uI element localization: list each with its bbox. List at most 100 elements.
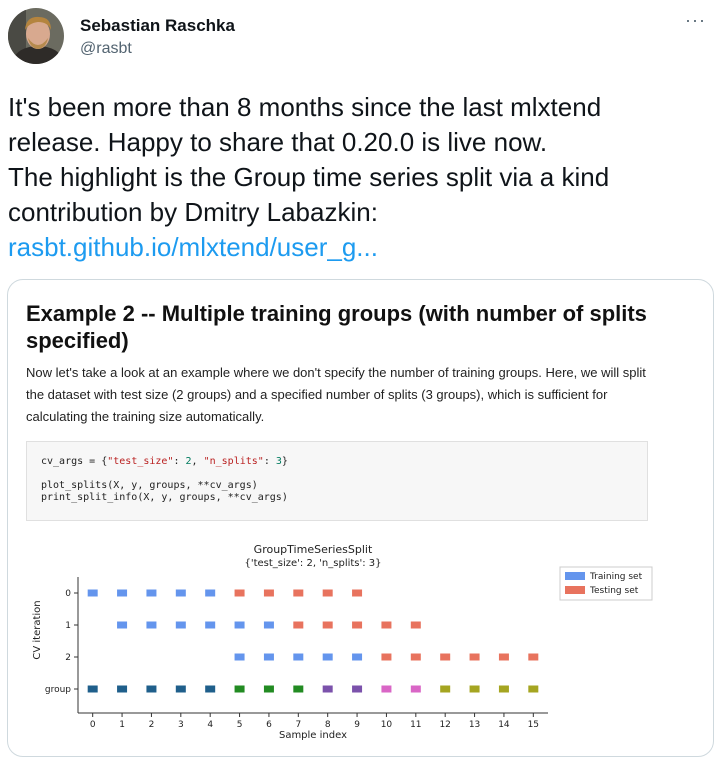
group-marker: [117, 685, 128, 693]
media-image[interactable]: Example 2 -- Multiple training groups (w…: [7, 279, 714, 757]
doc-paragraph: Now let's take a look at an example wher…: [26, 362, 696, 428]
code-string: "n_splits": [203, 456, 264, 467]
train-marker: [263, 621, 274, 629]
train-marker: [117, 621, 128, 629]
x-tick-label: 10: [381, 720, 393, 730]
code-text: cv_args = {: [41, 456, 108, 467]
x-tick-label: 1: [119, 720, 125, 730]
code-text: :: [173, 456, 186, 467]
y-tick-label: 2: [65, 653, 71, 663]
test-marker: [293, 621, 304, 629]
group-marker: [263, 685, 274, 693]
train-marker: [205, 589, 216, 597]
x-tick-label: 7: [295, 720, 301, 730]
doc-heading: Example 2 -- Multiple training groups (w…: [26, 300, 686, 354]
test-marker: [352, 621, 363, 629]
group-marker: [322, 685, 333, 693]
code-text: ,: [191, 456, 204, 467]
y-tick-label: group: [45, 685, 71, 695]
train-marker: [322, 653, 333, 661]
tweet-line: contribution by Dmitry Labazkin:: [8, 197, 378, 227]
author-name[interactable]: Sebastian Raschka: [80, 16, 235, 36]
doc-paragraph-line: calculating the training size automatica…: [26, 409, 265, 424]
group-marker: [352, 685, 363, 693]
train-marker: [175, 621, 186, 629]
y-tick-label: 0: [65, 589, 71, 599]
tweet-line: It's been more than 8 months since the l…: [8, 92, 602, 122]
doc-heading-line: Example 2 -- Multiple training groups (w…: [26, 301, 647, 326]
test-marker: [322, 589, 333, 597]
tweet-line: The highlight is the Group time series s…: [8, 162, 610, 192]
x-tick-label: 14: [498, 720, 510, 730]
chart-subtitle: {'test_size': 2, 'n_splits': 3}: [244, 558, 381, 569]
group-marker: [381, 685, 392, 693]
code-block: cv_args = {"test_size": 2, "n_splits": 3…: [26, 441, 648, 521]
test-marker: [352, 589, 363, 597]
group-marker: [175, 685, 186, 693]
code-string: "test_size": [107, 456, 174, 467]
train-marker: [234, 621, 245, 629]
group-marker: [234, 685, 245, 693]
doc-paragraph-line: the dataset with test size (2 groups) an…: [26, 387, 608, 402]
x-tick-label: 0: [90, 720, 96, 730]
x-tick-label: 4: [207, 720, 213, 730]
test-marker: [410, 653, 421, 661]
tweet-text: It's been more than 8 months since the l…: [8, 90, 708, 265]
more-options-icon[interactable]: ···: [685, 10, 706, 31]
legend-swatch: [565, 572, 585, 580]
y-tick-label: 1: [65, 621, 71, 631]
train-marker: [205, 621, 216, 629]
train-marker: [352, 653, 363, 661]
train-marker: [234, 653, 245, 661]
avatar[interactable]: [8, 8, 64, 64]
group-marker: [528, 685, 539, 693]
x-axis-label: Sample index: [279, 730, 347, 741]
test-marker: [410, 621, 421, 629]
author-handle[interactable]: @rasbt: [80, 40, 132, 58]
test-marker: [469, 653, 480, 661]
x-tick-label: 13: [469, 720, 480, 730]
legend-swatch: [565, 586, 585, 594]
tweet-link[interactable]: rasbt.github.io/mlxtend/user_g...: [8, 232, 378, 262]
test-marker: [381, 621, 392, 629]
x-tick-label: 6: [266, 720, 272, 730]
x-tick-label: 2: [149, 720, 155, 730]
x-tick-label: 8: [325, 720, 331, 730]
doc-paragraph-line: Now let's take a look at an example wher…: [26, 365, 646, 380]
train-marker: [263, 653, 274, 661]
x-tick-label: 12: [439, 720, 450, 730]
code-text: }: [281, 456, 288, 467]
test-marker: [293, 589, 304, 597]
x-tick-label: 3: [178, 720, 184, 730]
test-marker: [440, 653, 451, 661]
group-marker: [410, 685, 421, 693]
test-marker: [322, 621, 333, 629]
group-marker: [146, 685, 157, 693]
tweet-line: release. Happy to share that 0.20.0 is l…: [8, 127, 548, 157]
group-marker: [498, 685, 509, 693]
x-tick-label: 9: [354, 720, 360, 730]
code-line: print_split_info(X, y, groups, **cv_args…: [41, 492, 288, 503]
test-marker: [234, 589, 245, 597]
split-chart: GroupTimeSeriesSplit {'test_size': 2, 'n_…: [32, 543, 653, 741]
test-marker: [498, 653, 509, 661]
doc-heading-line: specified): [26, 328, 129, 353]
group-marker: [469, 685, 480, 693]
train-marker: [87, 589, 98, 597]
legend-label: Training set: [589, 572, 643, 582]
code-text: :: [263, 456, 276, 467]
group-marker: [440, 685, 451, 693]
test-marker: [528, 653, 539, 661]
test-marker: [263, 589, 274, 597]
train-marker: [117, 589, 128, 597]
group-marker: [293, 685, 304, 693]
group-marker: [87, 685, 98, 693]
legend-label: Testing set: [589, 586, 639, 596]
train-marker: [293, 653, 304, 661]
y-axis-label: CV iteration: [32, 600, 43, 659]
x-tick-label: 5: [237, 720, 243, 730]
chart-title: GroupTimeSeriesSplit: [254, 543, 373, 556]
code-line: plot_splits(X, y, groups, **cv_args): [41, 480, 258, 491]
avatar-image: [8, 8, 64, 64]
x-tick-label: 15: [528, 720, 539, 730]
